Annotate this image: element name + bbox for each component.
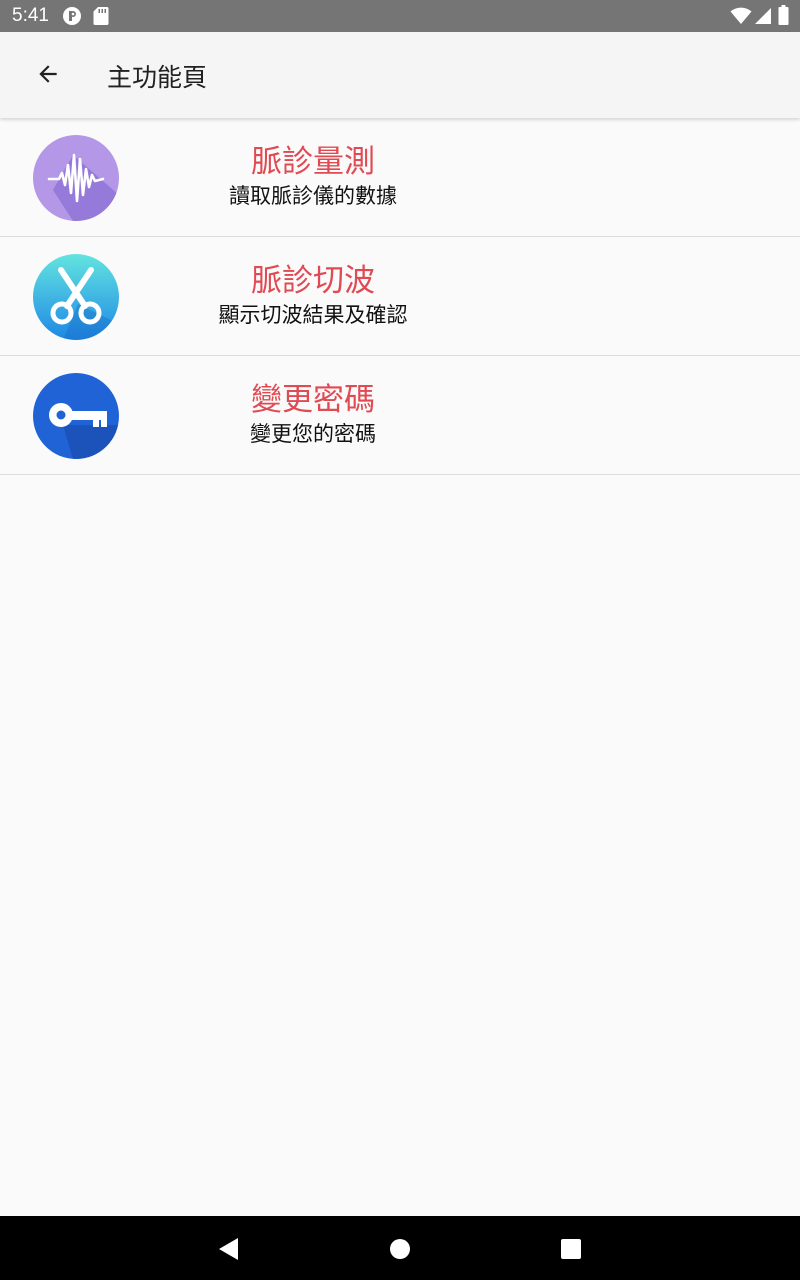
nav-recents-icon[interactable] bbox=[558, 1236, 584, 1262]
nav-home-icon[interactable] bbox=[387, 1236, 413, 1262]
signal-icon bbox=[754, 7, 772, 29]
scissors-icon bbox=[33, 254, 119, 340]
wifi-icon bbox=[730, 7, 752, 29]
notification-app-icon bbox=[62, 6, 82, 30]
menu-list: 脈診量測 讀取脈診儀的數據 脈診切波 顯示切波結果及確認 變更密碼 變更您的密碼 bbox=[0, 118, 800, 475]
menu-item-text: 脈診切波 顯示切波結果及確認 bbox=[120, 237, 506, 355]
app-bar: 主功能頁 bbox=[0, 32, 800, 118]
pulse-waveform-icon bbox=[33, 135, 119, 221]
status-bar: 5:41 bbox=[0, 0, 800, 32]
key-icon bbox=[33, 373, 119, 459]
sd-card-icon bbox=[93, 6, 109, 30]
battery-icon bbox=[778, 5, 789, 29]
menu-item-text: 脈診量測 讀取脈診儀的數據 bbox=[120, 118, 506, 236]
menu-item-subtitle: 讀取脈診儀的數據 bbox=[229, 184, 397, 208]
page-title: 主功能頁 bbox=[107, 63, 208, 92]
status-time: 5:41 bbox=[12, 5, 49, 26]
menu-item-text: 變更密碼 變更您的密碼 bbox=[120, 356, 506, 474]
back-button[interactable] bbox=[22, 50, 74, 102]
menu-item-pulse-cut[interactable]: 脈診切波 顯示切波結果及確認 bbox=[0, 237, 800, 356]
navigation-bar bbox=[0, 1216, 800, 1280]
menu-item-change-password[interactable]: 變更密碼 變更您的密碼 bbox=[0, 356, 800, 475]
arrow-back-icon bbox=[35, 61, 61, 91]
menu-item-subtitle: 變更您的密碼 bbox=[250, 422, 376, 446]
menu-item-title: 脈診量測 bbox=[251, 144, 375, 180]
menu-item-title: 變更密碼 bbox=[251, 382, 375, 418]
menu-item-pulse-measure[interactable]: 脈診量測 讀取脈診儀的數據 bbox=[0, 118, 800, 237]
nav-back-icon[interactable] bbox=[216, 1236, 242, 1262]
menu-item-subtitle: 顯示切波結果及確認 bbox=[218, 303, 408, 327]
menu-item-title: 脈診切波 bbox=[251, 263, 375, 299]
